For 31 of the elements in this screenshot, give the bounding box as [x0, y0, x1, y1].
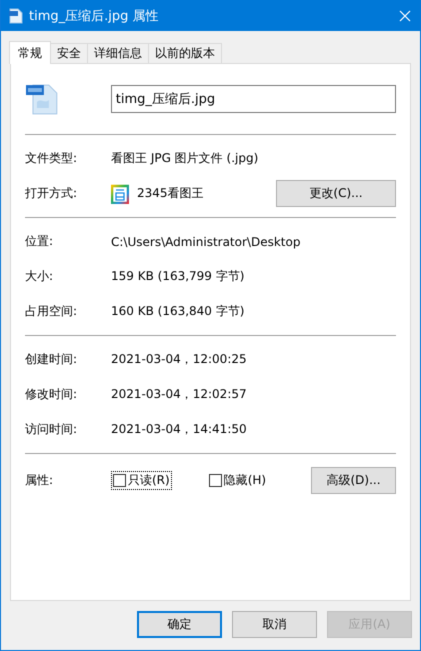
checkbox[interactable]: 只读(R): [111, 470, 172, 490]
file-name-field[interactable]: timg_压缩后.jpg: [110, 85, 396, 113]
field-label: 访问时间:: [25, 421, 78, 438]
field-value: 160 KB (163,840 字节): [111, 303, 244, 320]
field-label: 大小:: [25, 268, 54, 285]
tab[interactable]: 以前的版本: [148, 43, 222, 63]
app-icon: [111, 184, 129, 204]
window-title: timg_压缩后.jpg 属性: [29, 8, 160, 24]
file-icon: [9, 8, 23, 24]
field-value: 2021-03-04，12:02:57: [111, 386, 247, 403]
jpg-file-icon: [25, 82, 59, 116]
field-value: 看图王 JPG 图片文件 (.jpg): [111, 150, 258, 167]
field-value: 159 KB (163,799 字节): [111, 268, 244, 285]
field-value: 2021-03-04，14:41:50: [111, 421, 247, 438]
app-name: 2345看图王: [137, 185, 205, 202]
field-label: 文件类型:: [25, 150, 78, 167]
tab[interactable]: 常规: [9, 41, 51, 64]
dialog-button[interactable]: 取消: [232, 611, 317, 638]
field-label: 修改时间:: [25, 386, 78, 403]
field-label: 创建时间:: [25, 351, 78, 368]
field-label: 位置:: [25, 233, 54, 250]
field-value: C:\Users\Administrator\Desktop: [111, 234, 300, 248]
checkbox[interactable]: 隐藏(H): [206, 470, 268, 490]
dialog-button[interactable]: 确定: [137, 611, 222, 638]
advanced-button[interactable]: 高级(D)...: [311, 466, 396, 494]
field-label: 属性:: [25, 472, 54, 488]
field-label: 占用空间:: [25, 303, 78, 320]
close-icon: [399, 10, 411, 22]
field-label: 打开方式:: [25, 185, 78, 202]
field-value: 2021-03-04，12:00:25: [111, 351, 247, 368]
change-button[interactable]: 更改(C)...: [276, 180, 396, 207]
